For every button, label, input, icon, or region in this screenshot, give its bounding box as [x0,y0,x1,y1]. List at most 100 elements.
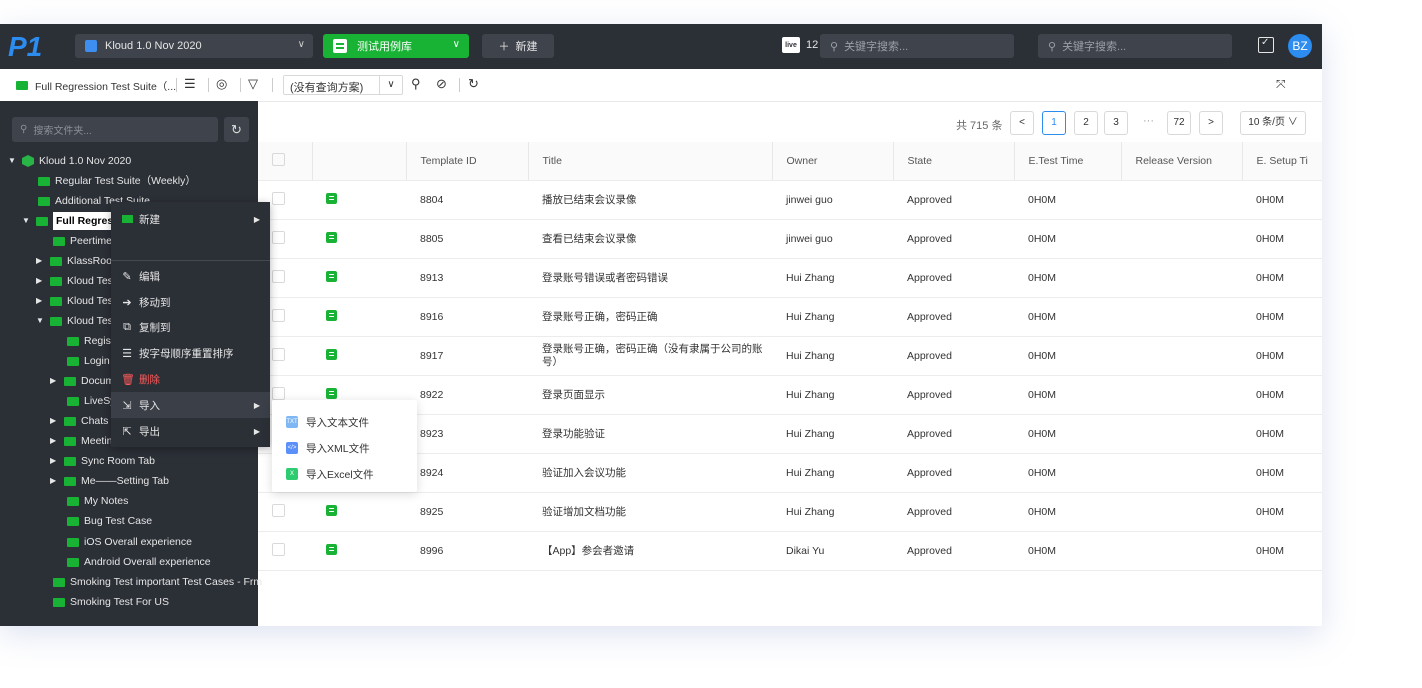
menu-item-sort[interactable]: ☰ 按字母顺序重置排序 [111,340,270,366]
menu-item-delete[interactable]: 🗑 删除 [111,366,270,392]
table-row[interactable]: 8996 【App】参会者邀请 Dikai Yu Approved 0H0M 0H0M [258,531,1322,571]
column-header[interactable]: E.Test Time [1014,142,1122,181]
table-row[interactable]: 8804 播放已结束会议录像 jinwei guo Approved 0H0M 0H0M [258,180,1322,220]
row-checkbox[interactable] [272,542,285,556]
caret-right-icon[interactable]: ▶ [50,472,60,490]
row-checkbox[interactable] [272,230,285,244]
row-checkbox[interactable] [272,191,285,205]
tree-item[interactable]: iOS Overall experience [67,533,192,551]
tree-item[interactable]: Bug Test Case [67,512,152,530]
tree-item[interactable]: ▶ Kloud Test [36,272,116,290]
column-header[interactable]: Template ID [406,142,529,181]
caret-down-icon[interactable]: ▼ [8,152,18,170]
tree-item[interactable]: My Notes [67,492,128,510]
live-count: 12 [806,39,819,51]
new-button[interactable]: ＋ 新建 [482,34,554,58]
current-suite[interactable]: Full Regression Test Suite（... [35,79,176,94]
tree-item[interactable]: ▼ Kloud Test [36,312,116,330]
page-button[interactable]: 3 [1104,111,1128,135]
select-all-checkbox[interactable] [272,153,285,166]
tree-item[interactable]: ▶ Kloud Test [36,292,116,310]
next-page-button[interactable]: > [1199,111,1223,135]
cell-owner: Hui Zhang [772,375,893,415]
prev-page-button[interactable]: < [1010,111,1034,135]
page-button[interactable]: 2 [1074,111,1098,135]
pagination-ellipsis[interactable]: ··· [1143,115,1154,127]
import-xml-item[interactable]: </> 导入XML文件 [286,438,370,458]
tree-item[interactable]: Peertime [53,232,112,250]
menu-item-export[interactable]: ⇱ 导出 ▶ [111,418,270,444]
tree-label: Me——Setting Tab [81,475,169,487]
project-selector[interactable]: Kloud 1.0 Nov 2020 ∨ [75,34,313,58]
page-button[interactable]: 1 [1042,111,1066,135]
row-checkbox[interactable] [272,269,285,283]
row-checkbox[interactable] [272,386,285,400]
table-row[interactable]: 8924 验证加入会议功能 Hui Zhang Approved 0H0M 0H0M [258,453,1322,493]
caret-right-icon[interactable]: ▶ [36,272,46,290]
plus-icon: ＋ [498,41,510,53]
library-selector[interactable]: 测试用例库 ∨ [323,34,469,58]
column-header[interactable]: Release Version [1121,142,1243,181]
task-check-icon[interactable] [1258,37,1274,53]
search-input-1[interactable]: ⚲ 关键字搜索... [820,34,1014,58]
tree-item[interactable]: ▶ Sync Room Tab [50,452,155,470]
toolbar: Full Regression Test Suite（... ☰ ◎ ▽ (没有… [0,69,1322,102]
import-excel-item[interactable]: X 导入Excel文件 [286,464,374,484]
caret-right-icon[interactable]: ▶ [36,252,46,270]
column-header[interactable]: Title [528,142,773,181]
table-row[interactable]: 8922 登录页面显示 Hui Zhang Approved 0H0M 0H0M [258,375,1322,415]
live-icon[interactable]: live [782,37,800,53]
tree-item[interactable]: Login [67,352,110,370]
row-checkbox[interactable] [272,308,285,322]
table-row[interactable]: 8917 登录账号正确，密码正确（没有隶属于公司的账号） Hui Zhang Appr… [258,336,1322,376]
column-header[interactable]: Owner [772,142,894,181]
menu-item-move[interactable]: ➔ 移动到 [111,289,270,315]
import-text-item[interactable]: TXT 导入文本文件 [286,412,369,432]
column-header[interactable]: E. Setup Ti [1242,142,1322,181]
table-row[interactable]: 8925 验证增加文档功能 Hui Zhang Approved 0H0M 0H0M [258,492,1322,532]
clear-icon[interactable]: ⊘ [436,76,447,92]
caret-right-icon[interactable]: ▶ [50,432,60,450]
folder-search-input[interactable]: ⚲ 搜索文件夹... [12,117,218,142]
p1-logo[interactable]: P1 [8,30,56,62]
refresh-icon[interactable]: ↻ [224,117,249,142]
avatar[interactable]: BZ [1288,34,1312,58]
page-button[interactable]: 72 [1167,111,1191,135]
tree-item[interactable]: ▶ Me——Setting Tab [50,472,169,490]
caret-right-icon[interactable]: ▶ [50,452,60,470]
row-checkbox[interactable] [272,503,285,517]
menu-item-copy[interactable]: ⧉ 复制到 [111,314,270,340]
search-icon[interactable]: ⚲ [411,76,421,92]
tree-item[interactable]: Regular Test Suite（Weekly） [38,172,196,190]
query-scheme-select[interactable]: (没有查询方案) ∨ [283,75,403,95]
caret-down-icon[interactable]: ▼ [22,212,32,230]
menu-item-edit[interactable]: ✎ 编辑 [111,263,270,289]
caret-right-icon[interactable]: ▶ [50,412,60,430]
menu-item-import[interactable]: ⇲ 导入 ▶ [111,392,270,418]
tree-item[interactable]: Smoking Test important Test Cases - Frm [53,573,262,591]
table-row[interactable]: 8923 登录功能验证 Hui Zhang Approved 0H0M 0H0M [258,414,1322,454]
tree-item[interactable]: ▶ KlassRoom [36,252,121,270]
menu-label: 导出 [139,425,160,438]
table-row[interactable]: 8805 查看已结束会议录像 jinwei guo Approved 0H0M 0H0M [258,219,1322,259]
refresh-icon[interactable]: ↻ [468,76,479,92]
tree-item-root[interactable]: ▼ Kloud 1.0 Nov 2020 [8,152,131,170]
caret-right-icon[interactable]: ▶ [50,372,60,390]
tree-item[interactable]: Android Overall experience [67,553,211,571]
list-icon[interactable]: ☰ [184,76,196,92]
filter-icon[interactable]: ▽ [248,76,258,92]
fullscreen-icon[interactable]: ⤧ [1276,77,1286,92]
caret-down-icon[interactable]: ▼ [36,312,46,330]
table-row[interactable]: 8913 登录账号错误或者密码错误 Hui Zhang Approved 0H0M 0H0… [258,258,1322,298]
row-checkbox[interactable] [272,347,285,361]
column-header[interactable]: State [893,142,1015,181]
cell-setup-time: 0H0M [1242,375,1322,415]
settings-icon[interactable]: ◎ [216,76,227,92]
table-row[interactable]: 8916 登录账号正确，密码正确 Hui Zhang Approved 0H0M 0H0M [258,297,1322,337]
menu-item-new[interactable]: 新建 ▶ [111,206,270,232]
page-size-select[interactable]: 10 条/页 ∨ [1240,111,1306,135]
caret-right-icon[interactable]: ▶ [36,292,46,310]
cell-setup-time: 0H0M [1242,258,1322,298]
search-input-2[interactable]: ⚲ 关键字搜索... [1038,34,1232,58]
tree-item[interactable]: Smoking Test For US [53,593,169,611]
